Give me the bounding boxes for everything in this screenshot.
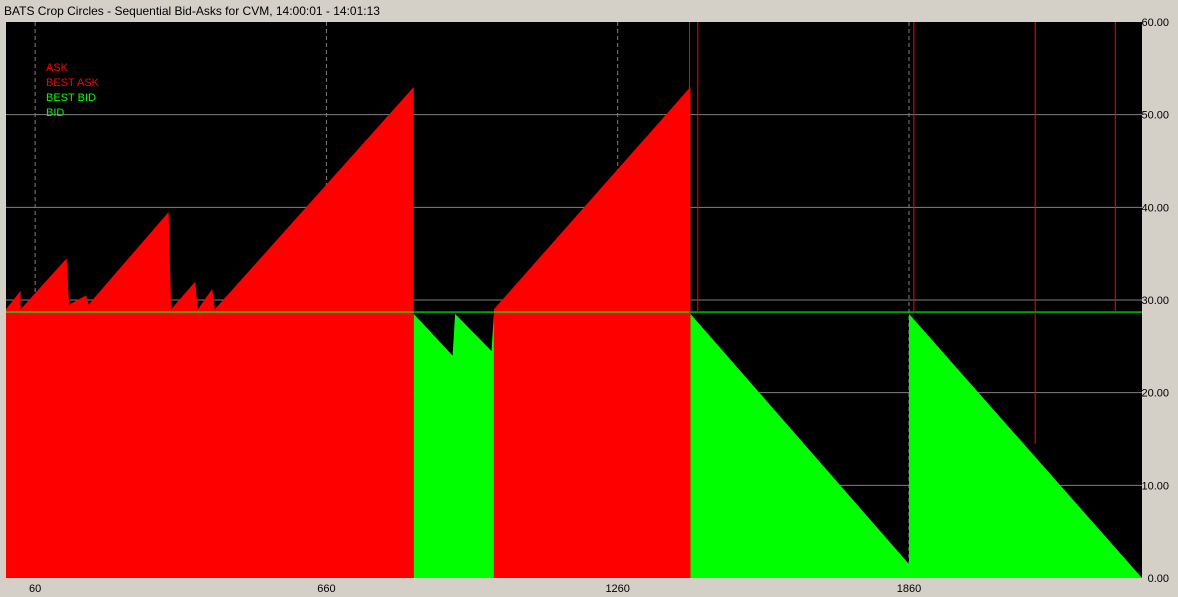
x-tick-label: 60 (29, 583, 41, 595)
x-tick-label: 1260 (605, 583, 629, 595)
legend-entry: BEST ASK (46, 77, 100, 89)
bid-area-0 (413, 313, 494, 578)
y-tick-label: 0.00 (1148, 573, 1169, 585)
legend-entry: BID (46, 107, 64, 119)
bid-ask-chart: ASK BEST ASK BEST BID BID 0.00 10.00 20.00 30.… (6, 17, 1169, 595)
x-axis: 60 660 1260 1860 (29, 583, 921, 595)
x-tick-label: 660 (317, 583, 335, 595)
legend-entry: BEST BID (46, 92, 96, 104)
legend-entry: ASK (46, 62, 69, 74)
x-tick-label: 1860 (897, 583, 921, 595)
y-tick-label: 40.00 (1141, 202, 1169, 214)
y-axis: 0.00 10.00 20.00 30.00 40.00 50.00 60.00 (1141, 17, 1169, 585)
y-tick-label: 30.00 (1141, 295, 1169, 307)
y-tick-label: 60.00 (1141, 17, 1169, 29)
y-tick-label: 50.00 (1141, 110, 1169, 122)
y-tick-label: 20.00 (1141, 388, 1169, 400)
y-tick-label: 10.00 (1141, 480, 1169, 492)
